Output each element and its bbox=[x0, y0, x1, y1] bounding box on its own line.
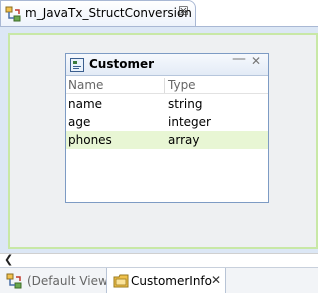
view-tab-strip: (Default View) CustomerInfo ✕ bbox=[0, 267, 318, 293]
horizontal-scrollbar[interactable]: ❮ bbox=[0, 253, 318, 267]
minimize-icon[interactable]: — bbox=[232, 51, 246, 67]
customer-table-widget[interactable]: Customer — ✕ Name Type name string age i… bbox=[65, 51, 269, 203]
editor-tab-label: m_JavaTx_StructConversion bbox=[25, 6, 192, 20]
scroll-left-icon[interactable]: ❮ bbox=[4, 253, 13, 266]
tab-customerinfo-label: CustomerInfo bbox=[131, 274, 212, 288]
widget-title-bar[interactable]: Customer — ✕ bbox=[66, 51, 268, 76]
table-row[interactable]: name string bbox=[66, 95, 268, 113]
table-row[interactable]: age integer bbox=[66, 113, 268, 131]
tab-customerinfo[interactable]: CustomerInfo ✕ bbox=[106, 268, 226, 293]
table-icon bbox=[70, 58, 84, 72]
column-divider[interactable] bbox=[164, 78, 165, 93]
editor-tab-strip: m_JavaTx_StructConversion ☒ bbox=[0, 0, 318, 26]
table-header: Name Type bbox=[66, 77, 268, 94]
close-icon[interactable]: ✕ bbox=[211, 273, 221, 287]
close-icon[interactable]: ✕ bbox=[251, 54, 261, 68]
column-header-name[interactable]: Name bbox=[68, 78, 103, 92]
tab-default-view[interactable]: (Default View) bbox=[0, 268, 113, 293]
field-type: array bbox=[168, 133, 200, 147]
field-name: phones bbox=[68, 133, 112, 147]
tab-default-view-label: (Default View) bbox=[27, 274, 113, 288]
field-type: string bbox=[168, 97, 203, 111]
field-name: name bbox=[68, 97, 103, 111]
table-row-selected[interactable]: phones array bbox=[66, 131, 268, 149]
field-type: integer bbox=[168, 115, 211, 129]
mapping-icon bbox=[5, 6, 21, 22]
field-name: age bbox=[68, 115, 91, 129]
widget-title: Customer bbox=[89, 57, 155, 71]
column-header-type[interactable]: Type bbox=[168, 78, 196, 92]
editor-tab[interactable]: m_JavaTx_StructConversion ☒ bbox=[0, 0, 196, 26]
mapping-icon bbox=[6, 273, 22, 289]
folder-icon bbox=[113, 273, 129, 289]
close-icon[interactable]: ☒ bbox=[178, 4, 189, 18]
